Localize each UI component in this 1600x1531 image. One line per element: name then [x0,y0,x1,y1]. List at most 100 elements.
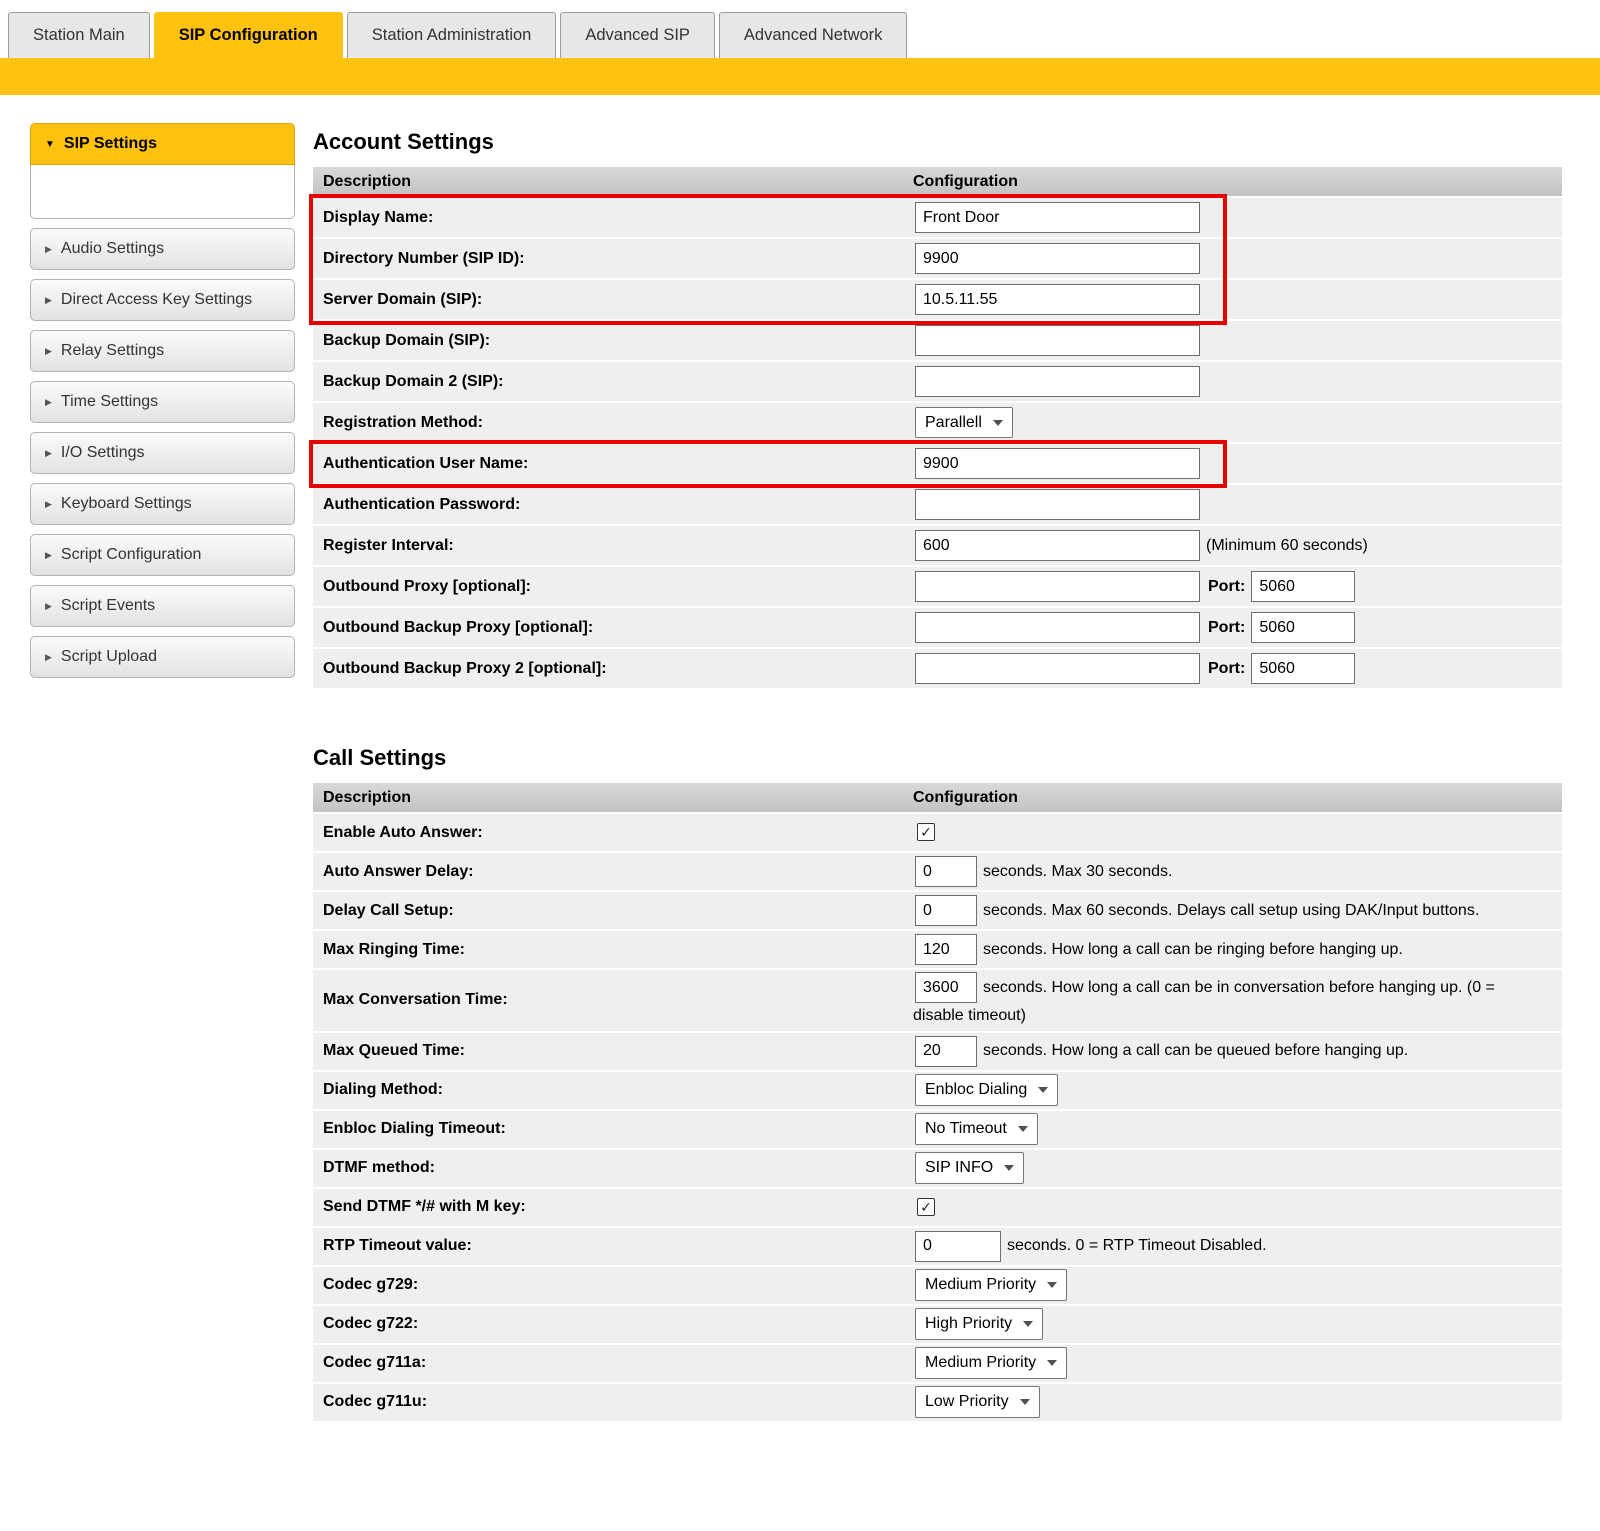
field-label: Register Interval: [313,537,913,555]
field-value-cell: seconds. How long a call can be in conve… [913,972,1562,1029]
sidebar-item-script-upload[interactable]: ▶Script Upload [30,636,295,678]
sidebar-item-keyboard-settings[interactable]: ▶Keyboard Settings [30,483,295,525]
column-header-description: Description [313,789,913,807]
settings-row-authentication-user-name: Authentication User Name: [313,444,1562,485]
dtmf-method-select[interactable]: SIP INFO [915,1152,1024,1184]
field-label: Max Ringing Time: [313,941,913,959]
chevron-right-icon: ▶ [45,346,52,357]
max-conversation-time-input[interactable] [915,972,977,1003]
settings-row-enbloc-dialing-timeout: Enbloc Dialing Timeout:No Timeout [313,1111,1562,1150]
backup-domain-sip-input[interactable] [915,325,1200,356]
send-dtmf-with-m-key-checkbox[interactable]: ✓ [917,1198,935,1216]
chevron-down-icon [1047,1282,1057,1288]
field-value-cell: Parallell [913,407,1562,439]
sidebar-item-relay-settings[interactable]: ▶ Relay Settings [30,330,295,372]
field-suffix: seconds. How long a call can be in conve… [913,979,1495,1024]
chevron-right-icon: ▶ [45,244,52,255]
field-label: Outbound Proxy [optional]: [313,578,913,596]
sidebar-item-label: Script Upload [61,648,157,666]
settings-row-server-domain-sip: Server Domain (SIP): [313,280,1562,321]
sidebar-item-label: Script Events [61,597,155,615]
authentication-user-name-input[interactable] [915,448,1200,479]
chevron-down-icon: ▼ [45,139,55,150]
outbound-proxy-optional-input[interactable] [915,571,1200,602]
field-label: Send DTMF */# with M key: [313,1198,913,1216]
account-settings-title: Account Settings [313,129,1562,155]
outbound-backup-proxy-optional-port-input[interactable] [1251,612,1355,643]
settings-row-delay-call-setup: Delay Call Setup:seconds. Max 60 seconds… [313,892,1562,931]
dialing-method-select[interactable]: Enbloc Dialing [915,1074,1058,1106]
field-value-cell: seconds. How long a call can be ringing … [913,934,1562,965]
server-domain-sip-input[interactable] [915,284,1200,315]
backup-domain-2-sip-input[interactable] [915,366,1200,397]
field-value-cell: High Priority [913,1308,1562,1340]
sidebar-item-sip-settings[interactable]: ▼ SIP Settings [30,123,295,165]
field-value-cell: seconds. How long a call can be queued b… [913,1036,1562,1067]
sidebar-item-label: Relay Settings [61,342,164,360]
codec-g711u-select[interactable]: Low Priority [915,1386,1040,1418]
settings-row-directory-number-sip-id: Directory Number (SIP ID): [313,239,1562,280]
field-label: Max Queued Time: [313,1042,913,1060]
sidebar-item-label: Direct Access Key Settings [61,291,252,309]
settings-row-enable-auto-answer: Enable Auto Answer:✓ [313,814,1562,853]
sidebar-item-label: SIP Settings [64,135,157,153]
tab-advanced-sip[interactable]: Advanced SIP [560,12,715,58]
codec-g711a-select[interactable]: Medium Priority [915,1347,1067,1379]
directory-number-sip-id-input[interactable] [915,243,1200,274]
tab-advanced-network[interactable]: Advanced Network [719,12,908,58]
outbound-proxy-optional-port-input[interactable] [1251,571,1355,602]
field-value-cell [913,489,1562,520]
sidebar-item-time-settings[interactable]: ▶Time Settings [30,381,295,423]
tab-station-administration[interactable]: Station Administration [347,12,557,58]
sidebar-item-script-events[interactable]: ▶ Script Events [30,585,295,627]
enbloc-dialing-timeout-select[interactable]: No Timeout [915,1113,1038,1145]
field-value-cell [913,366,1562,397]
tab-station-main[interactable]: Station Main [8,12,150,58]
tab-sip-configuration[interactable]: SIP Configuration [154,12,343,58]
field-label: Auto Answer Delay: [313,863,913,881]
selected-value: Medium Priority [925,1350,1036,1376]
field-label: Outbound Backup Proxy [optional]: [313,619,913,637]
chevron-right-icon: ▶ [45,601,52,612]
field-label: Registration Method: [313,414,913,432]
field-value-cell: Port: [913,571,1562,602]
sidebar-subpanel [30,165,295,219]
sidebar: ▼SIP Settings▶Audio Settings▶Direct Acce… [30,123,295,1423]
sidebar-item-audio-settings[interactable]: ▶Audio Settings [30,228,295,270]
selected-value: Parallell [925,410,982,436]
chevron-down-icon [1038,1087,1048,1093]
rtp-timeout-value-input[interactable] [915,1231,1001,1262]
enable-auto-answer-checkbox[interactable]: ✓ [917,823,935,841]
max-ringing-time-input[interactable] [915,934,977,965]
auto-answer-delay-input[interactable] [915,856,977,887]
sidebar-item-script-configuration[interactable]: ▶Script Configuration [30,534,295,576]
settings-row-max-ringing-time: Max Ringing Time:seconds. How long a cal… [313,931,1562,970]
field-label: Authentication Password: [313,496,913,514]
codec-g722-select[interactable]: High Priority [915,1308,1043,1340]
codec-g729-select[interactable]: Medium Priority [915,1269,1067,1301]
field-value-cell: seconds. Max 60 seconds. Delays call set… [913,895,1562,926]
outbound-backup-proxy-optional-input[interactable] [915,612,1200,643]
chevron-down-icon [1020,1399,1030,1405]
max-queued-time-input[interactable] [915,1036,977,1067]
settings-row-backup-domain-sip: Backup Domain (SIP): [313,321,1562,362]
settings-row-dtmf-method: DTMF method:SIP INFO [313,1150,1562,1189]
selected-value: No Timeout [925,1116,1007,1142]
field-suffix: seconds. 0 = RTP Timeout Disabled. [1007,1237,1267,1254]
field-value-cell: Enbloc Dialing [913,1074,1562,1106]
chevron-right-icon: ▶ [45,448,52,459]
field-label: Enable Auto Answer: [313,824,913,842]
sidebar-item-direct-access-key-settings[interactable]: ▶Direct Access Key Settings [30,279,295,321]
field-suffix: (Minimum 60 seconds) [1206,537,1368,554]
field-label: Display Name: [313,209,913,227]
outbound-backup-proxy-2-optional-port-input[interactable] [1251,653,1355,684]
authentication-password-input[interactable] [915,489,1200,520]
delay-call-setup-input[interactable] [915,895,977,926]
display-name-input[interactable] [915,202,1200,233]
sidebar-item-i-o-settings[interactable]: ▶I/O Settings [30,432,295,474]
register-interval-input[interactable] [915,530,1200,561]
outbound-backup-proxy-2-optional-input[interactable] [915,653,1200,684]
chevron-down-icon [1023,1321,1033,1327]
field-value-cell: Low Priority [913,1386,1562,1418]
registration-method-select[interactable]: Parallell [915,407,1013,439]
